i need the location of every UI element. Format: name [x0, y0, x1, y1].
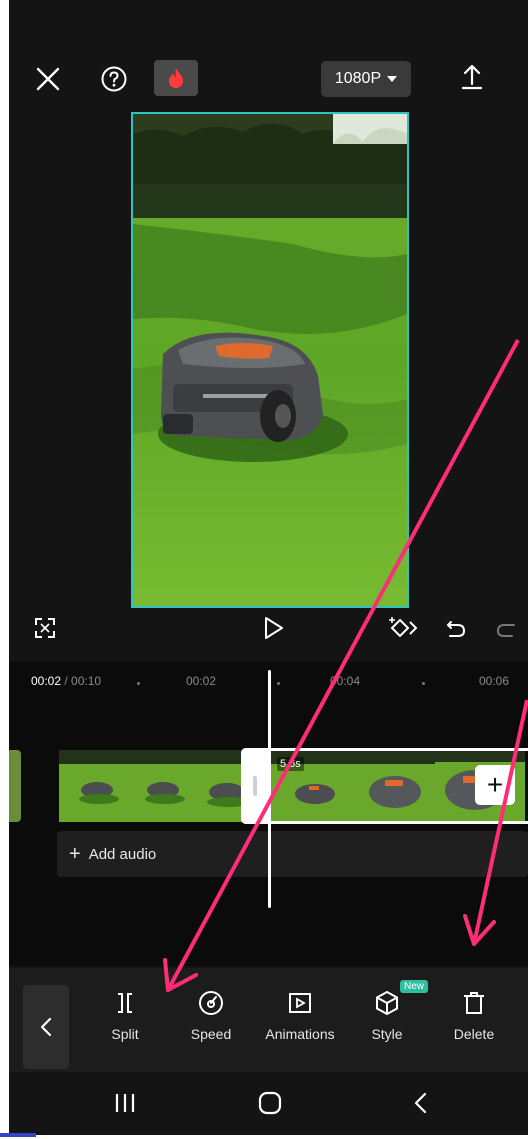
cover-thumbnail[interactable] [9, 750, 21, 822]
pro-button[interactable] [154, 60, 198, 96]
export-button[interactable] [455, 58, 489, 94]
back-button[interactable] [403, 1088, 439, 1118]
fullscreen-button[interactable] [31, 614, 59, 642]
preview-image [133, 114, 407, 606]
home-button[interactable] [252, 1088, 288, 1118]
undo-button[interactable] [441, 614, 471, 642]
animations-label: Animations [265, 1026, 335, 1042]
timeline-panel[interactable]: 00:02 / 00:10 00:02 00:04 00:06 5.6s + +… [9, 662, 528, 966]
chevron-left-icon [40, 1017, 52, 1037]
split-icon [110, 988, 140, 1018]
bottom-edge-mark [0, 1133, 36, 1137]
clip-duration: 5.6s [277, 757, 304, 771]
ruler-tick: 00:06 [479, 674, 510, 688]
style-label: Style [371, 1026, 403, 1042]
home-icon [258, 1091, 282, 1115]
resolution-dropdown[interactable]: 1080P [321, 61, 411, 97]
add-audio-button[interactable]: + Add audio [57, 831, 528, 877]
split-label: Split [111, 1026, 139, 1042]
help-button[interactable] [97, 62, 131, 96]
recent-apps-button[interactable] [107, 1088, 143, 1118]
chevron-down-icon [387, 76, 398, 82]
add-clip-button[interactable]: + [475, 765, 515, 805]
left-margin [0, 0, 9, 1139]
video-preview[interactable] [131, 112, 409, 608]
undo-icon [447, 621, 466, 637]
close-icon [36, 67, 60, 91]
clip-frame [131, 750, 203, 822]
split-tool[interactable]: Split [85, 988, 165, 1058]
ruler-dot [277, 682, 280, 685]
delete-tool[interactable]: Delete [434, 988, 514, 1058]
toolbar-back-button[interactable] [23, 985, 69, 1069]
resolution-label: 1080P [334, 70, 382, 87]
upload-icon [461, 64, 483, 90]
animations-icon [285, 988, 315, 1018]
back-icon [414, 1092, 427, 1114]
add-audio-label: Add audio [88, 845, 157, 863]
playhead[interactable] [268, 670, 271, 908]
current-time-value: 00:02 [31, 674, 62, 688]
recent-apps-icon [115, 1094, 135, 1112]
app-screen: 1080P 00:02 / 00:10 00:02 00:04 00:06 5.… [9, 0, 528, 1135]
delete-icon [459, 988, 489, 1018]
flame-icon [169, 68, 183, 88]
close-button[interactable] [31, 62, 65, 96]
style-icon [372, 988, 402, 1018]
ruler-dot [137, 682, 140, 685]
fullscreen-icon [35, 618, 55, 638]
current-time: 00:02 / 00:10 [31, 674, 101, 688]
speed-icon [196, 988, 226, 1018]
style-tool[interactable]: Style [347, 988, 427, 1058]
animations-tool[interactable]: Animations [260, 988, 340, 1058]
plus-icon: + [486, 769, 504, 800]
total-time-value: / 00:10 [64, 674, 102, 688]
ruler-tick: 00:04 [330, 674, 361, 688]
play-icon [265, 617, 283, 639]
help-icon [101, 66, 127, 92]
clip-frame [59, 750, 131, 822]
ruler-dot [422, 682, 425, 685]
play-button[interactable] [257, 612, 289, 644]
clip-trim-handle[interactable] [241, 748, 269, 824]
keyframe-icon [389, 617, 418, 638]
keyframe-button[interactable] [387, 612, 421, 644]
plus-icon: + [69, 843, 81, 865]
edit-toolbar: Split Speed Animations Style New Delete [9, 968, 528, 1072]
speed-label: Speed [190, 1026, 232, 1042]
system-nav-bar [9, 1072, 528, 1135]
new-badge: New [400, 980, 429, 993]
ruler-tick: 00:02 [186, 674, 217, 688]
delete-label: Delete [453, 1026, 495, 1042]
redo-button[interactable] [491, 614, 521, 642]
redo-icon [496, 624, 515, 637]
speed-tool[interactable]: Speed [171, 988, 251, 1058]
